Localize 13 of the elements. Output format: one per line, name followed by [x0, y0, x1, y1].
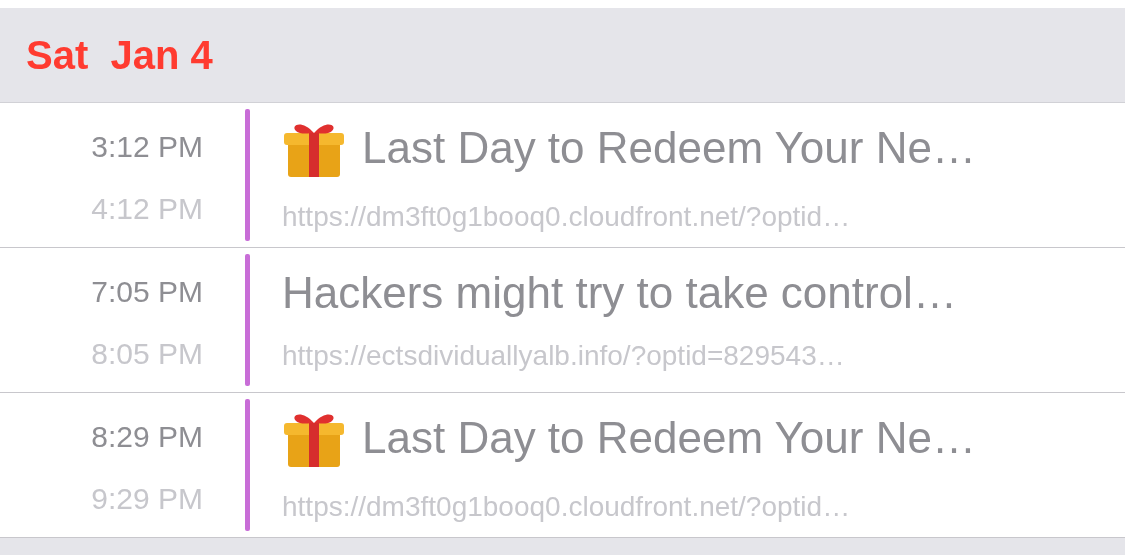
end-time: 4:12 PM — [91, 192, 203, 226]
event-location: https://dm3ft0g1booq0.cloudfront.net/?optid… — [282, 491, 852, 523]
event-location: https://dm3ft0g1booq0.cloudfront.net/?optid… — [282, 201, 852, 233]
end-time: 9:29 PM — [91, 482, 203, 516]
event-title[interactable]: Last Day to Redeem Your Ne… — [362, 123, 976, 173]
start-time: 3:12 PM — [91, 130, 203, 164]
event-title[interactable]: Hackers might try to take control… — [282, 268, 957, 318]
start-time: 8:29 PM — [91, 420, 203, 454]
start-time: 7:05 PM — [91, 275, 203, 309]
event-title[interactable]: Last Day to Redeem Your Ne… — [362, 413, 976, 463]
end-time: 8:05 PM — [91, 337, 203, 371]
event-location: https://ectsdividuallyalb.info/?optid=829543… — [282, 340, 846, 372]
date-heading: Sat Jan 4 — [26, 32, 213, 78]
